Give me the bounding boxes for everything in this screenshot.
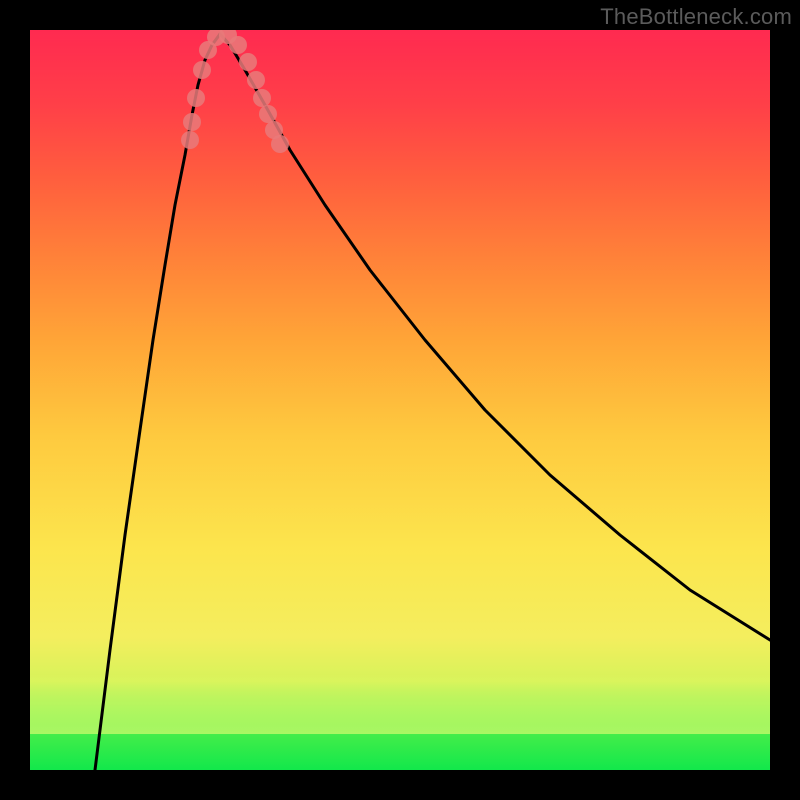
marker-dot — [199, 41, 217, 59]
plot-area — [30, 30, 770, 770]
highlight-band — [30, 674, 770, 734]
marker-dot — [219, 30, 237, 44]
marker-dot — [265, 121, 283, 139]
marker-dot — [253, 89, 271, 107]
marker-dot — [183, 113, 201, 131]
curve-left-branch — [95, 34, 220, 770]
chart-frame: TheBottleneck.com — [0, 0, 800, 800]
marker-dot — [181, 131, 199, 149]
marker-dot — [229, 36, 247, 54]
curve-right-branch — [220, 34, 770, 640]
marker-dot — [239, 53, 257, 71]
curves-svg — [30, 30, 770, 770]
marker-dot — [187, 89, 205, 107]
marker-dot — [247, 71, 265, 89]
marker-dot — [193, 61, 211, 79]
marker-dot — [259, 105, 277, 123]
watermark-text: TheBottleneck.com — [600, 4, 792, 30]
marker-dot — [271, 135, 289, 153]
marker-dot — [207, 30, 225, 46]
